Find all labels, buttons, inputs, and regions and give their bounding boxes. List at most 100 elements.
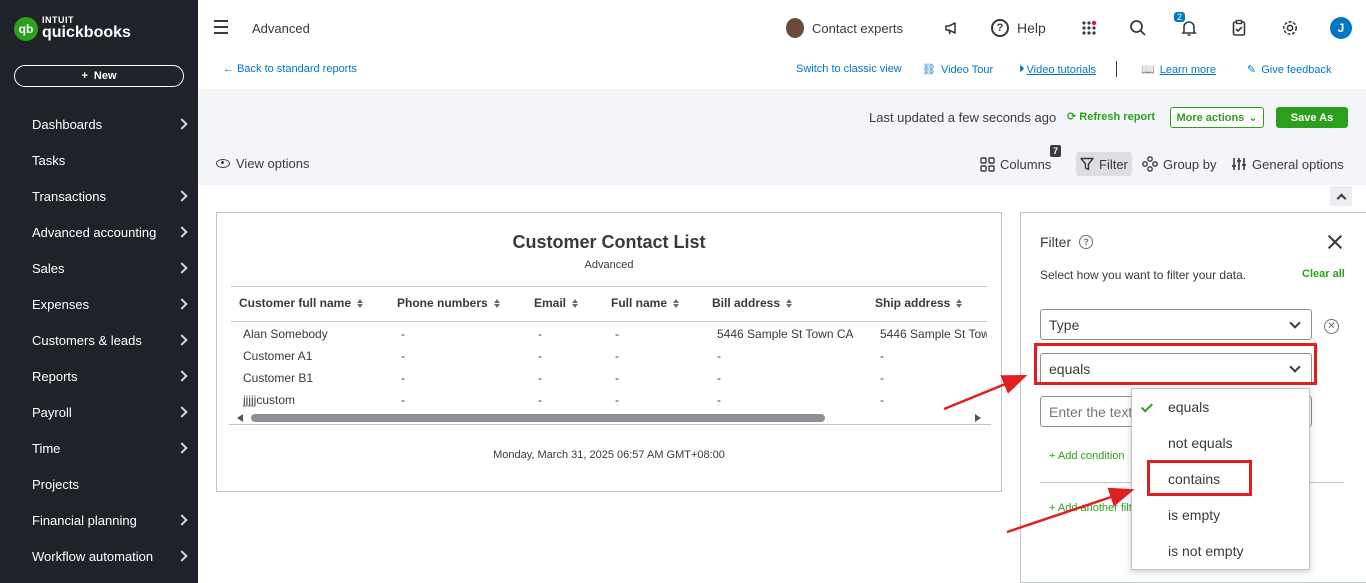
column-header[interactable]: Ship address — [875, 296, 963, 310]
new-button-label: New — [93, 70, 117, 82]
table-cell: Customer B1 — [243, 371, 314, 385]
table-cell: - — [538, 349, 542, 363]
general-options-button[interactable]: General options — [1227, 152, 1348, 176]
table-cell: - — [880, 371, 884, 385]
menu-item-contains[interactable]: contains — [1132, 461, 1309, 497]
table-row: Alan Somebody - - - 5446 Sample St Town … — [231, 323, 987, 345]
menu-item-is-not-empty[interactable]: is not empty — [1132, 533, 1309, 569]
table-cell: - — [717, 393, 721, 407]
chevron-up-icon — [1336, 193, 1346, 203]
chevron-right-icon — [176, 370, 188, 382]
checkmark-icon — [1140, 400, 1154, 413]
scroll-right-icon[interactable] — [975, 414, 981, 422]
view-options-button[interactable]: View options — [216, 156, 309, 171]
clear-all-button[interactable]: Clear all — [1302, 268, 1345, 280]
quickbooks-logo[interactable]: qb INTUIT quickbooks — [14, 16, 131, 41]
chevron-right-icon — [176, 262, 188, 274]
back-to-standard-reports-link[interactable]: ← Back to standard reports — [223, 63, 357, 75]
report-timestamp: Monday, March 31, 2025 06:57 AM GMT+08:0… — [493, 449, 725, 461]
more-actions-button[interactable]: More actions ⌄ — [1170, 107, 1264, 128]
filter-button[interactable]: Filter — [1076, 152, 1132, 176]
menu-item-is-empty[interactable]: is empty — [1132, 497, 1309, 533]
sort-icon — [673, 298, 680, 308]
table-cell: - — [615, 393, 619, 407]
column-header[interactable]: Customer full name — [239, 296, 364, 310]
scroll-left-icon[interactable] — [237, 414, 243, 422]
filter-panel-title: Filter ? — [1040, 234, 1094, 250]
columns-button[interactable]: Columns — [976, 152, 1055, 176]
menu-item-not-equals[interactable]: not equals — [1132, 425, 1309, 461]
sort-icon — [956, 298, 963, 308]
sidebar-item-reports[interactable]: Reports — [0, 358, 198, 394]
sidebar-item-financial-planning[interactable]: Financial planning — [0, 502, 198, 538]
remove-filter-icon[interactable]: ✕ — [1324, 319, 1339, 334]
add-condition-link[interactable]: + Add condition — [1049, 450, 1125, 462]
table-row: Customer B1 - - - - - — [231, 367, 987, 389]
horizontal-scrollbar[interactable] — [229, 411, 991, 425]
new-button[interactable]: + New — [14, 65, 184, 87]
operator-dropdown-menu: equals not equals contains is empty is n… — [1131, 388, 1310, 570]
help-button[interactable]: ? Help — [991, 19, 1046, 37]
sidebar-item-time[interactable]: Time — [0, 430, 198, 466]
column-header[interactable]: Email — [534, 296, 579, 310]
contact-experts-button[interactable]: Contact experts — [786, 18, 903, 38]
sidebar-item-transactions[interactable]: Transactions — [0, 178, 198, 214]
filter-field-select[interactable]: Type — [1040, 309, 1312, 340]
arrow-left-icon: ← — [223, 63, 234, 75]
help-question-icon[interactable]: ? — [1079, 235, 1094, 249]
table-cell: - — [615, 327, 619, 341]
refresh-report-button[interactable]: ⟳ Refresh report — [1067, 110, 1155, 123]
chevron-right-icon — [176, 550, 188, 562]
last-updated-text: Last updated a few seconds ago — [869, 110, 1057, 125]
filter-description: Select how you want to filter your data. — [1040, 268, 1247, 282]
sort-icon — [493, 298, 500, 308]
column-header[interactable]: Full name — [611, 296, 680, 310]
apps-grid-icon[interactable] — [1078, 17, 1100, 39]
clipboard-icon[interactable] — [1228, 17, 1250, 39]
group-by-button[interactable]: Group by — [1138, 152, 1220, 176]
add-another-filter-link[interactable]: + Add another filter — [1049, 502, 1142, 514]
video-tour-link[interactable]: ⛓ Video Tour — [922, 63, 993, 77]
chevron-right-icon — [176, 442, 188, 454]
learn-more-link[interactable]: 📖 Learn more — [1141, 63, 1216, 77]
scrollbar-thumb[interactable] — [251, 414, 825, 422]
table-cell: - — [615, 371, 619, 385]
table-cell: - — [717, 371, 721, 385]
filter-operator-select[interactable]: equals — [1040, 353, 1312, 384]
video-tour-icon: ⛓ — [922, 64, 936, 76]
notifications-bell-icon[interactable]: 2 — [1174, 12, 1200, 39]
sidebar-item-workflow-automation[interactable]: Workflow automation — [0, 538, 198, 574]
gear-icon[interactable] — [1279, 17, 1301, 39]
sidebar-item-payroll[interactable]: Payroll — [0, 394, 198, 430]
menu-toggle-icon[interactable] — [214, 20, 232, 34]
menu-item-equals[interactable]: equals — [1132, 389, 1309, 425]
megaphone-icon[interactable] — [941, 17, 963, 39]
table-cell: 5446 Sample St Town CA — [717, 327, 854, 341]
qb-logo-icon: qb — [14, 16, 38, 41]
close-icon[interactable] — [1327, 234, 1343, 250]
sidebar-item-customers-leads[interactable]: Customers & leads — [0, 322, 198, 358]
table-cell: - — [538, 327, 542, 341]
sidebar-item-advanced-accounting[interactable]: Advanced accounting — [0, 214, 198, 250]
give-feedback-link[interactable]: ✎ Give feedback — [1247, 63, 1332, 77]
book-icon: 📖 — [1141, 64, 1155, 76]
play-circle-icon: ⏵ — [1019, 63, 1025, 75]
column-header[interactable]: Phone numbers — [397, 296, 500, 310]
chevron-right-icon — [176, 406, 188, 418]
sidebar-item-sales[interactable]: Sales — [0, 250, 198, 286]
search-icon[interactable] — [1127, 17, 1149, 39]
header-divider — [231, 321, 987, 322]
column-header[interactable]: Bill address — [712, 296, 793, 310]
sidebar-item-dashboards[interactable]: Dashboards — [0, 106, 198, 142]
table-cell: - — [880, 349, 884, 363]
collapse-toolbar-button[interactable] — [1330, 186, 1352, 206]
report-link-row: ← Back to standard reports Switch to cla… — [198, 56, 1366, 89]
save-as-button[interactable]: Save As — [1276, 107, 1348, 128]
switch-classic-view-link[interactable]: Switch to classic view — [796, 63, 902, 75]
video-tutorials-link[interactable]: ⏵ Video tutorials — [1019, 63, 1096, 76]
sort-icon — [572, 298, 579, 308]
sidebar-item-tasks[interactable]: Tasks — [0, 142, 198, 178]
user-avatar[interactable]: J — [1330, 17, 1352, 39]
sidebar-item-expenses[interactable]: Expenses — [0, 286, 198, 322]
sidebar-item-projects[interactable]: Projects — [0, 466, 198, 502]
